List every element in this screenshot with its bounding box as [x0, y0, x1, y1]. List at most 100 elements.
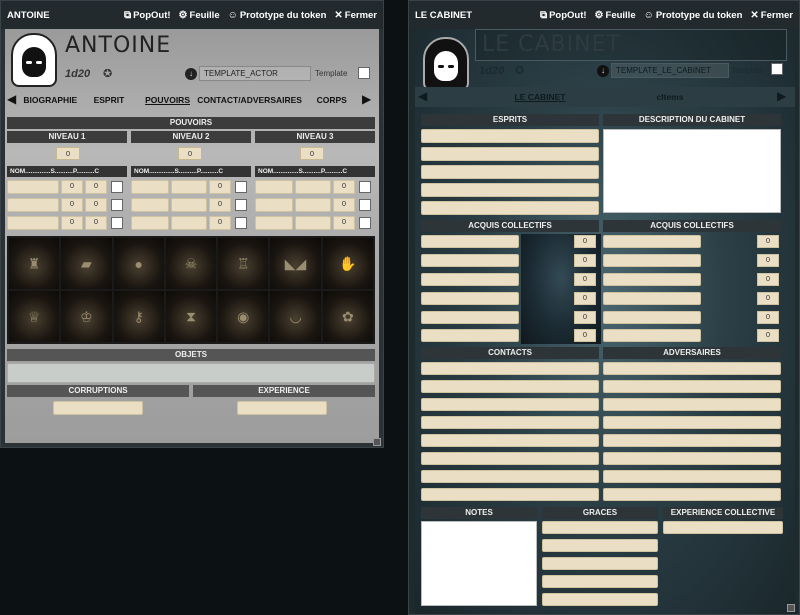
power-c-checkbox[interactable] [235, 217, 247, 229]
tab-esprit[interactable]: ESPRIT [80, 95, 139, 105]
tab-prev-arrow-icon[interactable]: ◀ [7, 92, 16, 106]
acquis-field[interactable] [603, 254, 701, 267]
power-p-value[interactable]: 0 [333, 216, 355, 230]
tab-next-arrow-icon[interactable]: ▶ [362, 92, 371, 106]
acquis-field[interactable] [603, 311, 701, 324]
acquis-field[interactable] [603, 235, 701, 248]
grace-field[interactable] [542, 539, 658, 552]
adversaire-field[interactable] [603, 380, 781, 393]
acquis-value[interactable]: 0 [574, 235, 596, 248]
tab-prev-arrow-icon[interactable]: ◀ [418, 89, 427, 103]
contact-field[interactable] [421, 434, 599, 447]
resize-handle-icon[interactable] [787, 604, 795, 612]
gallery-tile[interactable]: ♕ [9, 291, 60, 342]
acquis-value[interactable]: 0 [757, 273, 779, 286]
acquis-field[interactable] [603, 329, 701, 342]
esprit-field[interactable] [421, 201, 599, 215]
esprit-field[interactable] [421, 183, 599, 197]
tab-pouvoirs[interactable]: POUVOIRS [138, 95, 197, 105]
tab-next-arrow-icon[interactable]: ▶ [777, 89, 786, 103]
power-name-field[interactable] [131, 198, 169, 212]
gallery-tile[interactable]: ✿ [322, 291, 373, 342]
d20-icon[interactable]: ✪ [515, 64, 524, 77]
acquis-value[interactable]: 0 [574, 254, 596, 267]
power-s-field[interactable] [171, 198, 207, 212]
download-icon[interactable]: ↓ [185, 68, 197, 80]
tab-citems[interactable]: cItems [605, 92, 735, 102]
acquis-value[interactable]: 0 [757, 311, 779, 324]
acquis-value[interactable]: 0 [574, 329, 596, 342]
adversaire-field[interactable] [603, 434, 781, 447]
template-checkbox[interactable] [771, 63, 783, 75]
experience-field[interactable] [237, 401, 327, 415]
power-p-value[interactable]: 0 [85, 198, 107, 212]
power-s-field[interactable] [295, 216, 331, 230]
close-button[interactable]: ✕ Fermer [334, 10, 377, 21]
gallery-tile[interactable]: ♖ [218, 238, 269, 289]
tab-corps[interactable]: CORPS [302, 95, 361, 105]
power-name-field[interactable] [7, 198, 59, 212]
power-c-checkbox[interactable] [235, 199, 247, 211]
gallery-tile[interactable]: ▰ [61, 238, 112, 289]
power-s-field[interactable] [171, 180, 207, 194]
power-c-checkbox[interactable] [235, 181, 247, 193]
prototype-token-button[interactable]: ☺ Prototype du token [644, 10, 743, 21]
group-name[interactable]: LE CABINET [475, 29, 787, 61]
objets-area[interactable] [7, 363, 375, 383]
esprit-field[interactable] [421, 129, 599, 143]
power-s-field[interactable] [295, 198, 331, 212]
acquis-field[interactable] [421, 254, 519, 267]
adversaire-field[interactable] [603, 398, 781, 411]
power-name-field[interactable] [131, 180, 169, 194]
power-c-checkbox[interactable] [111, 199, 123, 211]
gallery-tile[interactable]: ✋ [322, 238, 373, 289]
esprit-field[interactable] [421, 147, 599, 161]
level-3-value[interactable]: 0 [300, 147, 324, 160]
grace-field[interactable] [542, 593, 658, 606]
esprit-field[interactable] [421, 165, 599, 179]
contact-field[interactable] [421, 380, 599, 393]
contact-field[interactable] [421, 362, 599, 375]
power-name-field[interactable] [255, 180, 293, 194]
gallery-tile[interactable]: ♔ [61, 291, 112, 342]
sheet-config-button[interactable]: ⚙ Feuille [179, 10, 220, 21]
power-c-checkbox[interactable] [111, 217, 123, 229]
contact-field[interactable] [421, 452, 599, 465]
acquis-field[interactable] [421, 273, 519, 286]
gallery-tile[interactable]: ◣◢ [270, 238, 321, 289]
adversaire-field[interactable] [603, 416, 781, 429]
power-p-value[interactable]: 0 [85, 180, 107, 194]
gallery-tile[interactable]: ☠ [165, 238, 217, 289]
template-select[interactable]: TEMPLATE_ACTOR [199, 66, 311, 81]
adversaire-field[interactable] [603, 470, 781, 483]
adversaire-field[interactable] [603, 488, 781, 501]
power-s-value[interactable]: 0 [61, 180, 83, 194]
grace-field[interactable] [542, 575, 658, 588]
resize-handle-icon[interactable] [373, 438, 381, 446]
power-p-value[interactable]: 0 [333, 180, 355, 194]
contact-field[interactable] [421, 416, 599, 429]
level-2-value[interactable]: 0 [178, 147, 202, 160]
power-name-field[interactable] [255, 216, 293, 230]
tab-le-cabinet[interactable]: LE CABINET [475, 92, 605, 102]
acquis-value[interactable]: 0 [574, 292, 596, 305]
acquis-value[interactable]: 0 [757, 254, 779, 267]
window-titlebar[interactable]: ANTOINE ⧉ PopOut! ⚙ Feuille ☺ Prototype du … [1, 1, 383, 29]
acquis-value[interactable]: 0 [757, 292, 779, 305]
actor-name[interactable]: ANTOINE [65, 33, 171, 58]
acquis-field[interactable] [421, 292, 519, 305]
power-s-value[interactable]: 0 [61, 216, 83, 230]
level-1-value[interactable]: 0 [56, 147, 80, 160]
power-name-field[interactable] [255, 198, 293, 212]
gallery-tile[interactable]: ⚷ [113, 291, 164, 342]
power-c-checkbox[interactable] [359, 181, 371, 193]
power-p-value[interactable]: 0 [209, 216, 231, 230]
popout-button[interactable]: ⧉ PopOut! [124, 10, 171, 21]
adversaire-field[interactable] [603, 362, 781, 375]
power-s-field[interactable] [171, 216, 207, 230]
power-s-field[interactable] [295, 180, 331, 194]
hooded-figure-portrait[interactable] [11, 33, 57, 87]
corruptions-field[interactable] [53, 401, 143, 415]
contact-field[interactable] [421, 398, 599, 411]
power-name-field[interactable] [7, 216, 59, 230]
